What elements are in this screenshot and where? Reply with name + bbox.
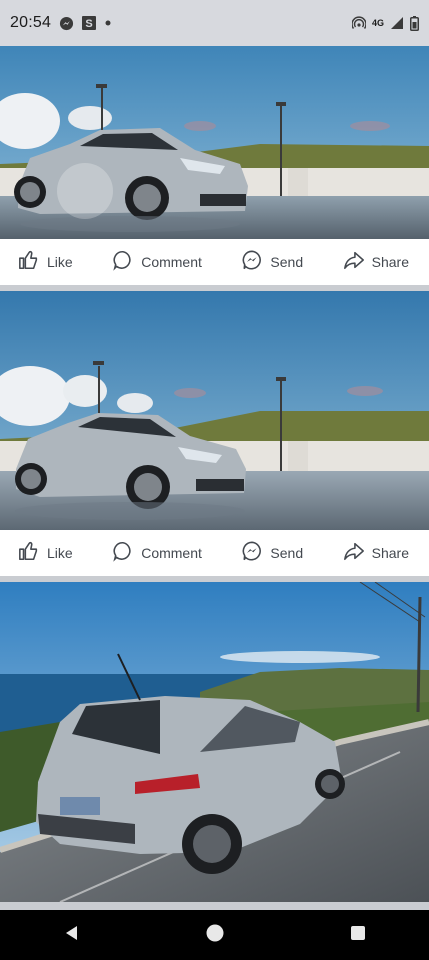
like-label: Like	[47, 545, 73, 561]
send-label: Send	[270, 254, 304, 270]
like-icon	[18, 540, 40, 567]
recents-icon	[349, 924, 367, 947]
battery-icon	[410, 15, 419, 31]
4g-icon: 4G	[371, 17, 384, 28]
comment-icon	[112, 540, 134, 567]
comment-icon	[112, 249, 134, 276]
share-label: Share	[371, 545, 409, 561]
messenger-send-icon	[241, 249, 263, 276]
recents-button[interactable]	[338, 915, 378, 955]
comment-button[interactable]: Comment	[112, 249, 202, 276]
share-label: Share	[371, 254, 409, 270]
home-icon	[205, 923, 225, 948]
send-label: Send	[270, 545, 304, 561]
comment-button[interactable]: Comment	[112, 540, 202, 567]
share-button[interactable]: Share	[343, 249, 409, 276]
signal-icon	[390, 16, 404, 30]
back-icon	[63, 924, 81, 947]
post-actions: Like Comment Send Share	[0, 239, 429, 285]
hotspot-icon	[351, 16, 366, 30]
status-left: 20:54 S	[10, 14, 112, 32]
send-button[interactable]: Send	[241, 540, 303, 567]
like-button[interactable]: Like	[18, 540, 73, 567]
post-photo[interactable]	[0, 291, 429, 530]
like-icon	[18, 249, 40, 276]
post-photo[interactable]	[0, 46, 429, 239]
messenger-icon	[59, 16, 74, 31]
status-bar: 20:54 S 4G	[0, 0, 429, 46]
status-right: 4G	[351, 15, 419, 31]
dot-icon	[104, 19, 112, 27]
home-button[interactable]	[195, 915, 235, 955]
s-app-icon: S	[82, 16, 97, 30]
comment-label: Comment	[141, 545, 202, 561]
messenger-send-icon	[241, 540, 263, 567]
system-nav-bar	[0, 910, 429, 960]
status-time: 20:54	[10, 14, 52, 31]
post-photo[interactable]	[0, 582, 429, 902]
like-button[interactable]: Like	[18, 249, 73, 276]
like-label: Like	[47, 254, 73, 270]
share-icon	[343, 249, 365, 276]
back-button[interactable]	[52, 915, 92, 955]
share-icon	[343, 540, 365, 567]
svg-text:S: S	[85, 18, 92, 30]
post-actions: Like Comment Send Share	[0, 530, 429, 576]
share-button[interactable]: Share	[343, 540, 409, 567]
send-button[interactable]: Send	[241, 249, 303, 276]
comment-label: Comment	[141, 254, 202, 270]
